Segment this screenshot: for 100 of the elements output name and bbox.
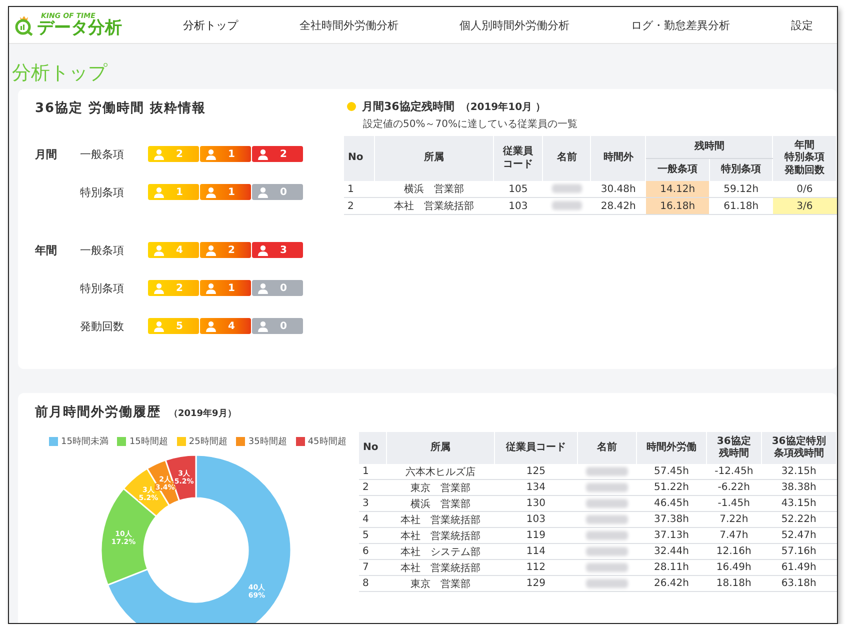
nav-link[interactable]: 個人別時間外労働分析 <box>460 14 570 36</box>
table-cell: 37.13h <box>636 528 707 544</box>
table-cell: 37.38h <box>636 512 707 528</box>
employee-count-badge[interactable]: 2 <box>148 280 199 296</box>
table-cell: 東京 営業部 <box>386 480 494 496</box>
legend-label: 15時間未満 <box>61 436 108 448</box>
table-cell: 1 <box>344 181 375 198</box>
table-subtitle: 設定値の50%～70%に達している従業員の一覧 <box>362 118 578 132</box>
employee-count-badge[interactable]: 1 <box>148 184 199 200</box>
blurred-name <box>552 184 582 194</box>
column-header: 所属 <box>374 136 494 181</box>
table-cell: 134 <box>494 480 578 496</box>
person-icon <box>205 244 217 256</box>
person-icon <box>205 186 217 198</box>
person-icon <box>153 244 165 256</box>
blurred-name <box>586 498 628 508</box>
table-cell: 東京 営業部 <box>386 576 494 592</box>
blurred-name <box>586 466 628 476</box>
nav-link[interactable]: ログ・勤怠差異分析 <box>630 14 730 36</box>
app-name: データ分析 <box>37 20 122 37</box>
table-cell: 3 <box>358 496 387 512</box>
table-cell: 5 <box>358 528 387 544</box>
column-header: 特別条項 <box>709 158 773 181</box>
clause-label: 特別条項 <box>80 184 125 200</box>
table-cell: 7.47h <box>706 528 762 544</box>
table-cell: 16.18h <box>646 198 710 214</box>
blurred-name <box>552 201 582 210</box>
nav-link[interactable]: 分析トップ <box>183 14 238 36</box>
period-label: 月間 <box>35 146 58 162</box>
status-dot <box>347 102 356 111</box>
employee-count-badge[interactable]: 2 <box>148 146 199 162</box>
legend-label: 35時間超 <box>248 436 287 448</box>
employee-count-badge[interactable]: 4 <box>200 318 251 334</box>
table-cell: 六本木ヒルズ店 <box>386 464 494 480</box>
nav-link[interactable]: 全社時間外労働分析 <box>299 14 398 36</box>
person-icon <box>205 320 217 332</box>
employee-count-badge[interactable]: 0 <box>252 184 303 200</box>
person-icon <box>257 282 269 294</box>
table-cell: 103 <box>494 512 578 528</box>
period-text: （2019年9月） <box>169 409 236 419</box>
nav-link[interactable]: 設定 <box>791 14 813 36</box>
person-icon <box>153 186 165 198</box>
employee-count-badge[interactable]: 5 <box>148 318 199 334</box>
column-header: 所属 <box>386 432 494 464</box>
employee-count-badge[interactable]: 3 <box>252 242 303 258</box>
clause-label: 発動回数 <box>80 318 125 334</box>
period-label: 年間 <box>35 242 58 258</box>
legend-label: 45時間超 <box>308 436 346 448</box>
table-cell: 横浜 営業部 <box>374 181 494 198</box>
column-header: 時間外労働 <box>636 432 707 464</box>
table-cell: 本社 システム部 <box>386 544 494 560</box>
table-cell: 2 <box>358 480 387 496</box>
table-cell: 26.42h <box>636 576 707 592</box>
employee-count-badge[interactable]: 4 <box>148 242 199 258</box>
legend-label: 15時間超 <box>129 436 168 448</box>
person-icon <box>257 244 269 256</box>
table-cell: 28.11h <box>636 560 707 576</box>
table-cell: 本社 営業統括部 <box>386 528 494 544</box>
table-cell: 14.12h <box>646 181 710 198</box>
table-title: 月間36協定残時間 <box>362 99 454 114</box>
table-cell: 46.45h <box>636 496 707 512</box>
person-icon <box>153 148 165 160</box>
table-cell: 本社 営業統括部 <box>386 512 494 528</box>
column-header: No <box>344 136 375 181</box>
employee-count-badge[interactable]: 1 <box>200 146 251 162</box>
person-icon <box>153 320 165 332</box>
column-header: 年間 特別条項 発動回数 <box>772 136 836 181</box>
blurred-name <box>586 514 628 524</box>
column-header: 名前 <box>542 136 591 181</box>
page-title: 分析トップ <box>11 61 108 86</box>
table-cell: 32.15h <box>761 464 836 480</box>
magnifier-chart-icon <box>13 14 35 36</box>
clause-label: 一般条項 <box>80 242 125 258</box>
column-header: No <box>358 432 387 464</box>
employee-count-badge[interactable]: 1 <box>200 280 251 296</box>
table-cell: 32.44h <box>636 544 707 560</box>
person-icon <box>205 282 217 294</box>
table-cell: 112 <box>494 560 578 576</box>
employee-count-badge[interactable]: 0 <box>252 318 303 334</box>
employee-count-badge[interactable]: 0 <box>252 280 303 296</box>
column-header: 36協定特別 条項残時間 <box>761 432 836 464</box>
table-cell: 12.16h <box>706 544 762 560</box>
table-cell: 57.16h <box>761 544 836 560</box>
table-cell: 105 <box>493 181 543 198</box>
table-cell: 103 <box>493 198 543 214</box>
legend-label: 25時間超 <box>188 436 228 448</box>
table-cell: 52.47h <box>761 528 836 544</box>
table-cell: 114 <box>494 544 578 560</box>
employee-count-badge[interactable]: 2 <box>252 146 303 162</box>
table-cell: 43.15h <box>761 496 836 512</box>
table-cell: -12.45h <box>706 464 762 480</box>
employee-count-badge[interactable]: 2 <box>200 242 251 258</box>
blurred-name <box>586 578 628 588</box>
blurred-name <box>586 530 628 540</box>
card-title: 前月時間外労働履歴 <box>35 405 161 420</box>
table-cell: 63.18h <box>761 576 836 592</box>
employee-count-badge[interactable]: 1 <box>200 184 251 200</box>
table-cell: 本社 営業統括部 <box>386 560 494 576</box>
person-icon <box>257 148 269 160</box>
column-header: 従業員 コード <box>493 136 543 181</box>
